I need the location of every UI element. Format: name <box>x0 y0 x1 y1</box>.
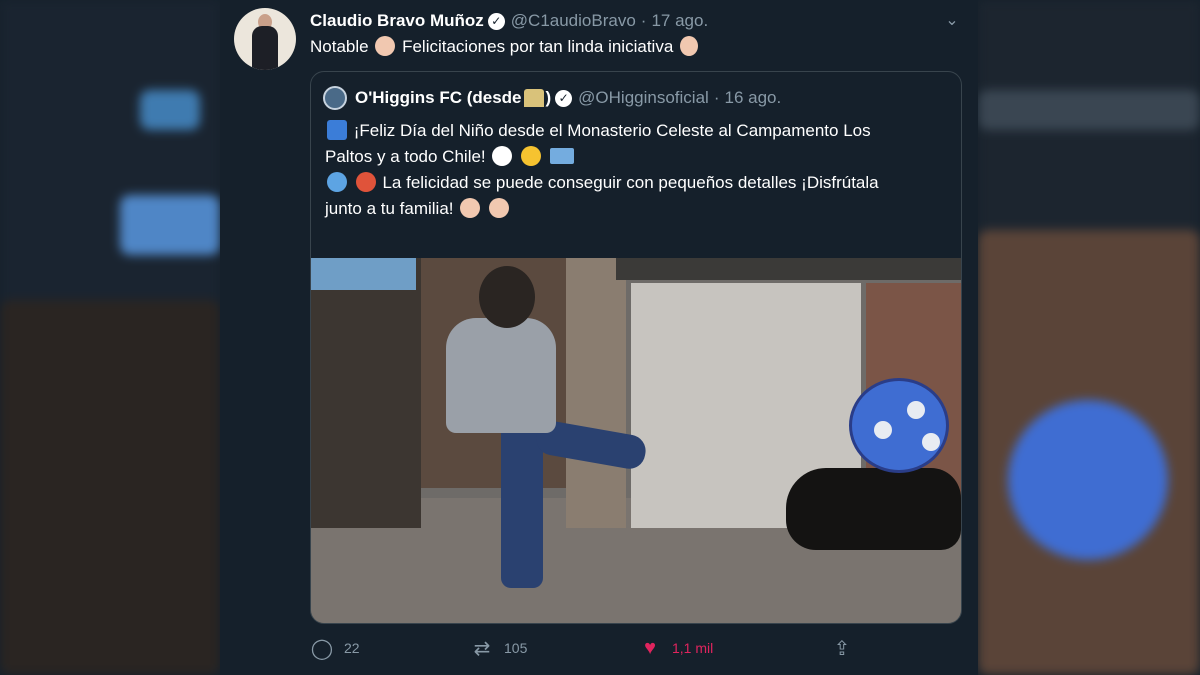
quoted-author-name[interactable]: O'Higgins FC (desde <box>355 88 522 108</box>
quoted-line-3-text: La felicidad se puede conseguir con pequ… <box>382 173 879 192</box>
ball-spot <box>922 433 940 451</box>
verified-icon: ✓ <box>555 89 573 107</box>
video-dog <box>786 468 961 550</box>
quoted-line-3: La felicidad se puede conseguir con pequ… <box>325 170 951 196</box>
quoted-author-handle[interactable]: @OHigginsoficial <box>578 88 709 108</box>
argentina-flag-icon <box>549 148 574 164</box>
share-icon: ⇪ <box>833 637 851 660</box>
quoted-line-4: junto a tu familia! <box>325 196 951 222</box>
ball-spot <box>874 421 892 439</box>
quoted-tweet-card[interactable]: O'Higgins FC (desde ) ✓ @OHigginsoficial… <box>310 71 962 624</box>
quoted-line-1-text: ¡Feliz Día del Niño desde el Monasterio … <box>353 121 871 140</box>
reply-button[interactable]: ◯ 22 <box>310 636 360 660</box>
chevron-down-icon[interactable]: ⌄ <box>942 10 962 30</box>
clapping-hands-icon <box>375 36 396 56</box>
star-struck-icon <box>521 146 542 166</box>
like-button[interactable]: ♥ 1,1 mil <box>638 636 713 660</box>
quoted-tweet-text: ¡Feliz Día del Niño desde el Monasterio … <box>325 118 951 222</box>
verified-icon: ✓ <box>487 12 505 30</box>
quoted-line-4-text: junto a tu familia! <box>325 199 454 218</box>
tweet-actions: ◯ 22 ⇄ 105 ♥ 1,1 mil ⇪ <box>310 636 950 660</box>
share-button[interactable]: ⇪ <box>830 636 864 660</box>
separator-dot: · <box>640 11 647 30</box>
like-count: 1,1 mil <box>672 640 714 656</box>
tweet-text-main: Felicitaciones por tan linda iniciativa <box>402 37 674 56</box>
author-handle[interactable]: @C1audioBravo <box>511 11 636 31</box>
heart-icon: ♥ <box>644 636 656 659</box>
tweet-column: Claudio Bravo Muñoz ✓ @C1audioBravo · 17… <box>220 0 978 675</box>
quoted-line-1: ¡Feliz Día del Niño desde el Monasterio … <box>325 118 951 144</box>
tweet-text-start: Notable <box>310 37 369 56</box>
video-board <box>566 258 626 528</box>
beginner-badge-icon <box>327 120 347 140</box>
tweet-header: Claudio Bravo Muñoz ✓ @C1audioBravo · 17… <box>310 10 708 32</box>
retweet-icon: ⇄ <box>473 637 491 660</box>
author-name[interactable]: Claudio Bravo Muñoz <box>310 11 484 31</box>
ball-spot <box>907 401 925 419</box>
house-icon <box>523 89 544 107</box>
retweet-count: 105 <box>504 640 528 656</box>
quoted-tweet-header: O'Higgins FC (desde ) ✓ @OHigginsoficial… <box>323 86 781 110</box>
quoted-tweet-date[interactable]: 16 ago. <box>724 88 781 108</box>
tweet-text: Notable Felicitaciones por tan linda ini… <box>310 36 700 58</box>
blurred-left-backdrop <box>0 0 220 675</box>
avatar-suit <box>252 26 278 70</box>
party-popper-icon <box>355 172 376 192</box>
quoted-author-avatar[interactable] <box>323 86 347 110</box>
retweet-button[interactable]: ⇄ 105 <box>470 636 528 660</box>
video-kid-head <box>479 266 535 328</box>
author-avatar[interactable] <box>234 8 296 70</box>
video-shed-roof <box>616 258 961 280</box>
blurred-right-backdrop <box>978 0 1200 675</box>
quoted-line-2: Paltos y a todo Chile! <box>325 144 951 170</box>
ok-hand-icon <box>680 36 699 56</box>
clapping-hands-icon <box>460 198 481 218</box>
reply-count: 22 <box>344 640 360 656</box>
video-ball <box>849 378 949 473</box>
blue-heart-icon <box>327 172 347 192</box>
quoted-line-2-text: Paltos y a todo Chile! <box>325 147 486 166</box>
video-adult-figure <box>311 258 421 528</box>
clapping-hands-icon <box>488 198 509 218</box>
soccer-ball-icon <box>492 146 513 166</box>
separator-dot: · <box>713 88 720 107</box>
video-kid-shirt <box>446 318 556 433</box>
video-thumbnail[interactable] <box>311 258 961 623</box>
reply-icon: ◯ <box>310 637 334 660</box>
quoted-author-name-close: ) <box>545 88 552 107</box>
video-adult-shirt <box>311 258 416 290</box>
tweet-date[interactable]: 17 ago. <box>651 11 708 31</box>
